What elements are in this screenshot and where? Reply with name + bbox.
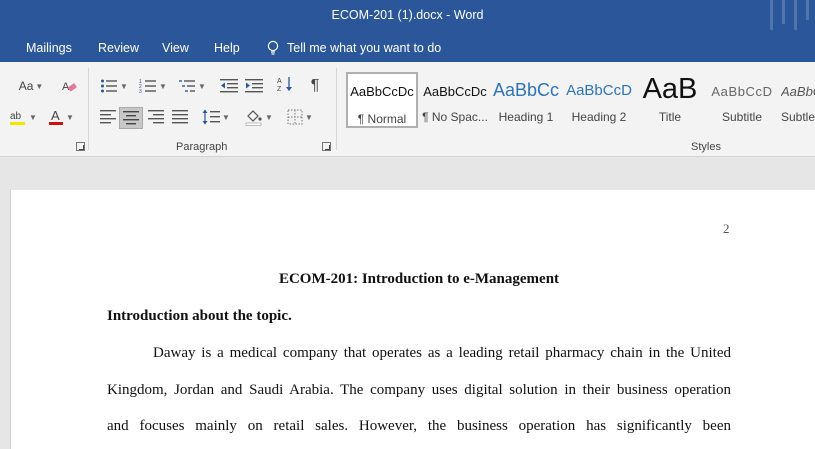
pilcrow-icon: ¶ bbox=[310, 77, 320, 94]
lightbulb-icon bbox=[267, 40, 279, 55]
style-name: Title bbox=[658, 110, 682, 124]
align-right-icon bbox=[148, 110, 164, 124]
group-divider bbox=[336, 68, 337, 150]
increase-indent-button[interactable] bbox=[243, 76, 265, 96]
sort-icon: A Z bbox=[277, 77, 292, 93]
tab-help[interactable]: Help bbox=[214, 41, 240, 55]
font-color-button[interactable]: A ▼ bbox=[44, 107, 78, 127]
ribbon: Aa ▼ A ab ▼ A ▼ ▼ 1 2 3 ▼ ▼ A Z ¶ ▼ ▼ ▼ … bbox=[0, 62, 815, 157]
tab-mailings[interactable]: Mailings bbox=[26, 41, 72, 55]
show-formatting-marks-button[interactable]: ¶ bbox=[304, 76, 326, 96]
style-heading-1[interactable]: AaBbCc Heading 1 bbox=[491, 72, 561, 128]
svg-text:Z: Z bbox=[277, 86, 282, 93]
borders-button[interactable]: ▼ bbox=[284, 107, 316, 127]
font-dialog-launcher[interactable] bbox=[76, 142, 85, 151]
line-spacing-button[interactable]: ▼ bbox=[200, 107, 232, 127]
style-name: Subtle bbox=[781, 110, 815, 124]
decoration-stripe bbox=[806, 0, 809, 20]
multilevel-list-icon bbox=[179, 80, 196, 92]
multilevel-list-button[interactable]: ▼ bbox=[176, 76, 208, 96]
numbering-icon: 1 2 3 bbox=[139, 79, 157, 94]
style-title[interactable]: AaB Title bbox=[635, 72, 705, 128]
paragraph-group-label: Paragraph bbox=[176, 141, 228, 153]
style-name: ¶ No Spac... bbox=[422, 110, 488, 124]
font-color-icon: A bbox=[49, 108, 64, 125]
tell-me-box[interactable]: Tell me what you want to do bbox=[267, 38, 441, 58]
style-sample: AaBbCcDc bbox=[423, 84, 487, 99]
document-title: ECOM-201: Introduction to e-Management bbox=[278, 271, 560, 287]
style-heading-2[interactable]: AaBbCcD Heading 2 bbox=[564, 72, 634, 128]
highlighter-icon: ab bbox=[10, 111, 26, 125]
bullets-icon bbox=[101, 79, 118, 93]
style-sample: AaBbCcD bbox=[566, 82, 632, 99]
paragraph-dialog-launcher[interactable] bbox=[322, 142, 331, 151]
style-normal[interactable]: AaBbCcDc ¶ Normal bbox=[346, 72, 418, 128]
decoration-stripe bbox=[770, 0, 773, 30]
paint-bucket-icon bbox=[245, 110, 262, 126]
style-sample: AaBbCc bbox=[492, 80, 560, 100]
shading-button[interactable]: ▼ bbox=[243, 107, 275, 127]
body-paragraph: Daway is a medical company that operates… bbox=[107, 335, 731, 445]
clear-formatting-button[interactable]: A bbox=[58, 76, 80, 96]
svg-text:A: A bbox=[51, 108, 60, 123]
decrease-indent-icon bbox=[220, 79, 238, 93]
increase-indent-icon bbox=[245, 79, 263, 93]
tell-me-placeholder: Tell me what you want to do bbox=[287, 41, 442, 55]
decoration-stripe bbox=[782, 0, 785, 24]
window-title: ECOM-201 (1).docx - Word bbox=[331, 8, 484, 22]
svg-text:3: 3 bbox=[139, 89, 142, 94]
align-center-button[interactable] bbox=[119, 107, 143, 129]
styles-gallery: AaBbCcDc ¶ Normal AaBbCcDc ¶ No Spac... … bbox=[345, 70, 815, 130]
paragraph-line: and focuses mainly on retail sales. Howe… bbox=[107, 418, 731, 434]
style-name: Heading 1 bbox=[498, 110, 554, 124]
tab-review[interactable]: Review bbox=[98, 41, 139, 55]
style-sample: AaB bbox=[642, 73, 698, 105]
document-canvas: 2 ECOM-201: Introduction to e-Management… bbox=[0, 157, 815, 449]
align-left-icon bbox=[100, 110, 116, 124]
numbering-button[interactable]: 1 2 3 ▼ bbox=[137, 76, 169, 96]
paragraph-line: Daway is a medical company that operates… bbox=[153, 345, 731, 361]
change-case-button[interactable]: Aa ▼ bbox=[14, 76, 48, 96]
justify-icon bbox=[172, 110, 188, 124]
style-name: Heading 2 bbox=[571, 110, 627, 124]
style-sample: AaBbCcL bbox=[781, 84, 815, 99]
title-bar: ECOM-201 (1).docx - Word bbox=[0, 0, 815, 34]
style-no-spacing[interactable]: AaBbCcDc ¶ No Spac... bbox=[420, 72, 490, 128]
page-number: 2 bbox=[723, 221, 730, 236]
style-sample: AaBbCcDc bbox=[350, 84, 414, 99]
document-page[interactable]: 2 ECOM-201: Introduction to e-Management… bbox=[10, 190, 815, 449]
justify-button[interactable] bbox=[169, 107, 191, 127]
decoration-stripe bbox=[794, 0, 797, 30]
svg-text:A: A bbox=[277, 78, 282, 85]
ribbon-tabs: Mailings Review View Help Tell me what y… bbox=[0, 34, 815, 62]
align-left-button[interactable] bbox=[97, 107, 119, 127]
section-heading: Introduction about the topic. bbox=[107, 308, 292, 324]
borders-icon bbox=[287, 109, 303, 125]
highlight-color-button[interactable]: ab ▼ bbox=[6, 107, 40, 127]
align-center-icon bbox=[123, 111, 139, 125]
change-case-label: Aa bbox=[18, 79, 34, 93]
bullets-button[interactable]: ▼ bbox=[98, 76, 130, 96]
style-name: ¶ Normal bbox=[357, 112, 407, 126]
paragraph-line: Kingdom, Jordan and Saudi Arabia. The co… bbox=[107, 381, 731, 398]
sort-button[interactable]: A Z bbox=[274, 74, 296, 94]
align-right-button[interactable] bbox=[145, 107, 167, 127]
style-sample: AaBbCcD bbox=[711, 84, 773, 99]
line-spacing-icon bbox=[202, 109, 221, 125]
svg-text:ab: ab bbox=[10, 111, 22, 122]
group-divider bbox=[88, 68, 89, 150]
tab-view[interactable]: View bbox=[162, 41, 189, 55]
clear-formatting-icon: A bbox=[62, 81, 77, 93]
style-subtle-emphasis[interactable]: AaBbCcL Subtle bbox=[781, 72, 815, 128]
style-name: Subtitle bbox=[721, 110, 763, 124]
styles-group-label: Styles bbox=[691, 141, 721, 153]
decrease-indent-button[interactable] bbox=[218, 76, 240, 96]
style-subtitle[interactable]: AaBbCcD Subtitle bbox=[707, 72, 777, 128]
